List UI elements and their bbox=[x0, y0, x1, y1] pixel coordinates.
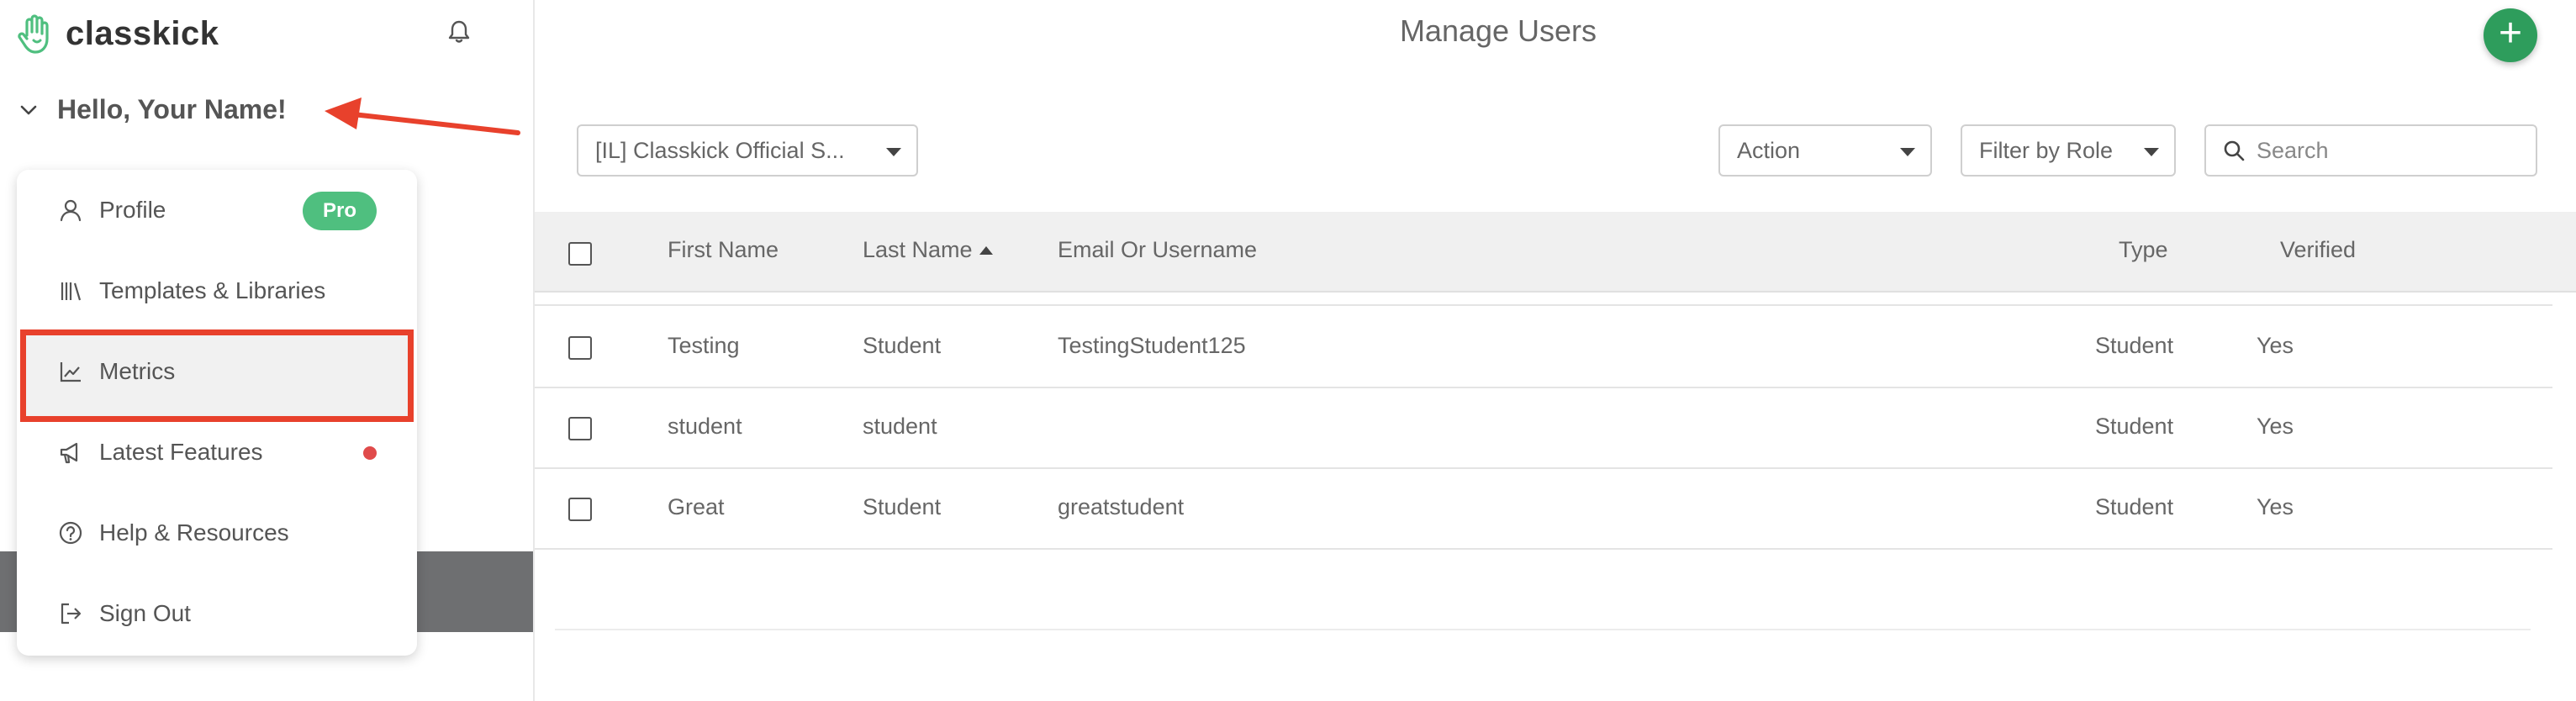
menu-item-help[interactable]: Help & Resources bbox=[17, 493, 417, 573]
app: classkick Hello, Your Name! Profile Pro bbox=[0, 0, 2576, 701]
cell-type: Student bbox=[2095, 333, 2174, 358]
caret-down-icon bbox=[1900, 148, 1915, 156]
divider bbox=[555, 629, 2531, 630]
menu-item-latest-features[interactable]: Latest Features bbox=[17, 412, 417, 493]
school-select-value: [IL] Classkick Official S... bbox=[595, 137, 845, 163]
cell-type: Student bbox=[2095, 494, 2174, 519]
sidebar: classkick Hello, Your Name! Profile Pro bbox=[0, 0, 535, 701]
caret-down-icon bbox=[886, 148, 901, 156]
menu-item-label: Latest Features bbox=[99, 439, 263, 465]
search-input[interactable] bbox=[2257, 137, 2526, 164]
annotation-arrow bbox=[325, 98, 520, 135]
cell-type: Student bbox=[2095, 414, 2174, 439]
menu-item-sign-out[interactable]: Sign Out bbox=[17, 573, 417, 654]
menu-item-templates[interactable]: Templates & Libraries bbox=[17, 250, 417, 331]
menu-item-label: Metrics bbox=[99, 358, 176, 384]
cell-email: greatstudent bbox=[1058, 494, 1185, 519]
menu-item-label: Sign Out bbox=[99, 600, 191, 626]
megaphone-icon bbox=[57, 439, 84, 466]
caret-down-icon bbox=[2144, 148, 2159, 156]
cell-last-name: Student bbox=[863, 494, 942, 519]
cell-last-name: student bbox=[863, 414, 937, 439]
role-filter-value: Filter by Role bbox=[1979, 137, 2114, 163]
user-greeting[interactable]: Hello, Your Name! bbox=[18, 94, 287, 125]
brand-name: classkick bbox=[66, 14, 219, 52]
bell-icon[interactable] bbox=[444, 17, 474, 47]
select-all-checkbox[interactable] bbox=[568, 242, 592, 266]
column-label: Last Name bbox=[863, 237, 973, 262]
table-header: First Name Last Name Email Or Username T… bbox=[535, 212, 2576, 293]
menu-item-label: Profile bbox=[99, 197, 166, 223]
menu-item-label: Help & Resources bbox=[99, 519, 289, 546]
column-label: First Name bbox=[668, 237, 779, 262]
school-select[interactable]: [IL] Classkick Official S... bbox=[577, 124, 918, 177]
cell-last-name: Student bbox=[863, 333, 942, 358]
menu-item-label: Templates & Libraries bbox=[99, 277, 326, 303]
account-menu: Profile Pro Templates & Libraries Metric… bbox=[17, 170, 417, 656]
table-row[interactable]: Great Student greatstudent Student Yes bbox=[535, 469, 2552, 550]
help-circle-icon bbox=[57, 519, 84, 546]
column-header-email[interactable]: Email Or Username bbox=[1058, 237, 1257, 263]
cell-first-name: Testing bbox=[668, 333, 740, 358]
sort-ascending-icon bbox=[979, 245, 993, 255]
action-select-value: Action bbox=[1737, 137, 1801, 163]
action-select[interactable]: Action bbox=[1718, 124, 1932, 177]
hand-logo-icon bbox=[18, 14, 49, 54]
add-user-button[interactable]: + bbox=[2484, 8, 2537, 62]
sign-out-icon bbox=[57, 600, 84, 627]
menu-item-metrics[interactable]: Metrics bbox=[17, 331, 417, 412]
row-checkbox[interactable] bbox=[568, 498, 592, 521]
table-row[interactable]: student student Student Yes bbox=[535, 388, 2552, 469]
notification-dot bbox=[363, 446, 377, 460]
table-row[interactable]: Testing Student TestingStudent125 Studen… bbox=[535, 308, 2552, 388]
divider bbox=[535, 304, 2552, 306]
column-header-verified[interactable]: Verified bbox=[2280, 237, 2356, 263]
role-filter-select[interactable]: Filter by Role bbox=[1961, 124, 2176, 177]
search-field[interactable] bbox=[2204, 124, 2537, 177]
cell-verified: Yes bbox=[2257, 494, 2294, 519]
greeting-text: Hello, Your Name! bbox=[57, 94, 287, 124]
cell-verified: Yes bbox=[2257, 333, 2294, 358]
column-label: Type bbox=[2119, 237, 2168, 262]
library-icon bbox=[57, 277, 84, 304]
cell-first-name: student bbox=[668, 414, 742, 439]
column-header-first-name[interactable]: First Name bbox=[668, 237, 779, 263]
chevron-down-icon bbox=[20, 105, 37, 114]
column-label: Verified bbox=[2280, 237, 2357, 262]
row-checkbox[interactable] bbox=[568, 417, 592, 440]
column-header-last-name[interactable]: Last Name bbox=[863, 237, 993, 263]
page-title: Manage Users bbox=[1399, 13, 1597, 48]
column-header-type[interactable]: Type bbox=[2119, 237, 2168, 263]
chart-line-icon bbox=[57, 358, 84, 385]
user-icon bbox=[57, 197, 84, 224]
cell-first-name: Great bbox=[668, 494, 725, 519]
brand[interactable]: classkick bbox=[15, 12, 219, 55]
main-content: Manage Users + [IL] Classkick Official S… bbox=[535, 0, 2576, 701]
column-label: Email Or Username bbox=[1058, 237, 1258, 262]
row-checkbox[interactable] bbox=[568, 336, 592, 360]
menu-item-profile[interactable]: Profile Pro bbox=[17, 170, 417, 250]
search-icon bbox=[2224, 140, 2245, 161]
pro-badge: Pro bbox=[303, 192, 377, 230]
cell-email: TestingStudent125 bbox=[1058, 333, 1246, 358]
cell-verified: Yes bbox=[2257, 414, 2294, 439]
